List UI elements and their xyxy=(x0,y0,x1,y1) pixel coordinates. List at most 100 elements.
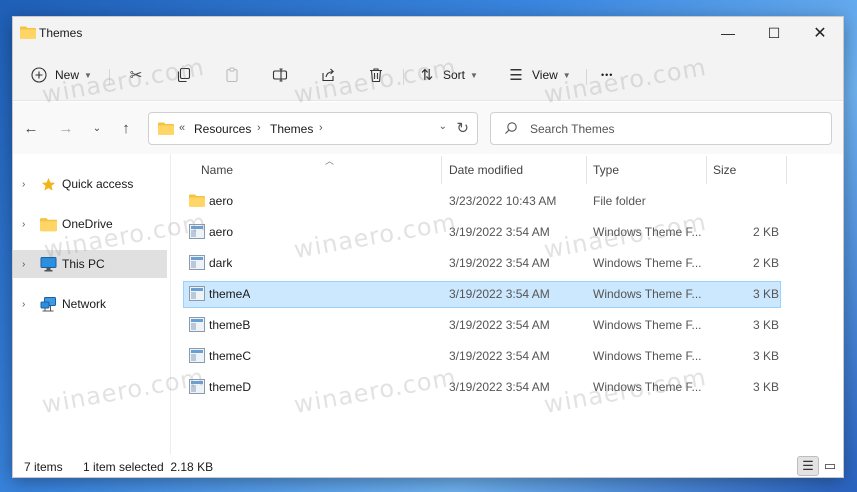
file-row[interactable]: themeD 3/19/2022 3:54 AM Windows Theme F… xyxy=(183,374,781,401)
file-date: 3/19/2022 3:54 AM xyxy=(449,287,550,301)
theme-file-icon xyxy=(189,379,205,394)
file-date: 3/19/2022 3:54 AM xyxy=(449,225,550,239)
column-header-name[interactable]: Name xyxy=(201,154,233,186)
file-row[interactable]: themeC 3/19/2022 3:54 AM Windows Theme F… xyxy=(183,343,781,370)
nav-label: OneDrive xyxy=(62,217,113,231)
item-count: 7 items xyxy=(24,460,63,474)
search-box[interactable] xyxy=(490,112,832,145)
recent-locations-button[interactable]: ⌄ xyxy=(85,116,109,140)
file-size: 2 KB xyxy=(752,256,779,270)
new-button[interactable]: New ▼ xyxy=(29,63,92,87)
theme-file-icon xyxy=(189,286,205,301)
column-header-date-modified[interactable]: Date modified xyxy=(449,154,523,186)
large-icons-view-button[interactable]: ▭ xyxy=(819,456,841,476)
breadcrumb-themes[interactable]: Themes xyxy=(270,122,313,136)
column-divider[interactable] xyxy=(706,156,707,184)
cut-button[interactable]: ✂ xyxy=(126,63,146,87)
folder-icon xyxy=(40,217,57,231)
up-button[interactable]: ↑ xyxy=(114,116,138,140)
delete-button[interactable] xyxy=(366,63,386,87)
file-type: Windows Theme F... xyxy=(593,256,701,270)
command-bar: New ▼ ✂ ⇅ Sort ▼ ☰ View ▼ ••• xyxy=(13,49,843,101)
column-divider[interactable] xyxy=(441,156,442,184)
file-type: Windows Theme F... xyxy=(593,225,701,239)
nav-item-network[interactable]: › Network xyxy=(13,290,167,318)
column-header-size[interactable]: Size xyxy=(713,154,736,186)
star-icon xyxy=(41,177,56,191)
file-row[interactable]: dark 3/19/2022 3:54 AM Windows Theme F..… xyxy=(183,250,781,277)
more-options-button[interactable]: ••• xyxy=(601,63,613,87)
paste-button[interactable] xyxy=(222,63,242,87)
chevron-down-icon: ▼ xyxy=(84,70,92,80)
address-overflow-button[interactable]: « xyxy=(179,122,185,134)
rename-button[interactable] xyxy=(270,63,290,87)
file-type: Windows Theme F... xyxy=(593,349,701,363)
maximize-button[interactable]: ☐ xyxy=(751,17,797,49)
folder-icon xyxy=(158,122,174,135)
breadcrumb-resources[interactable]: Resources xyxy=(194,122,251,136)
forward-button[interactable]: → xyxy=(54,116,78,140)
trash-icon xyxy=(366,65,386,85)
file-type: Windows Theme F... xyxy=(593,287,701,301)
tiles-view-icon: ▭ xyxy=(823,458,837,473)
share-button[interactable] xyxy=(318,63,338,87)
theme-file-icon xyxy=(189,317,205,332)
view-button[interactable]: ☰ View ▼ xyxy=(506,63,571,87)
file-name: dark xyxy=(209,256,233,270)
explorer-window: Themes — ☐ ✕ New ▼ ✂ ⇅ Sort ▼ ☰ View ▼ •… xyxy=(12,16,844,478)
folder-icon xyxy=(189,194,205,207)
file-row[interactable]: themeB 3/19/2022 3:54 AM Windows Theme F… xyxy=(183,312,781,339)
copy-button[interactable] xyxy=(174,63,194,87)
chevron-down-icon: ▼ xyxy=(562,70,571,80)
chevron-right-icon[interactable]: › xyxy=(22,219,25,230)
minimize-button[interactable]: — xyxy=(705,17,751,49)
refresh-button[interactable]: ↻ xyxy=(456,119,469,137)
toolbar-divider xyxy=(109,69,110,85)
column-divider[interactable] xyxy=(786,156,787,184)
address-dropdown-button[interactable]: ⌄ xyxy=(439,121,447,132)
chevron-right-icon[interactable]: › xyxy=(319,122,323,134)
selection-info: 1 item selected 2.18 KB xyxy=(83,460,214,474)
file-name: aero xyxy=(209,194,234,208)
nav-item-quick-access[interactable]: › Quick access xyxy=(13,170,167,198)
file-name: themeC xyxy=(209,349,252,363)
toolbar-divider xyxy=(403,69,404,85)
file-name: themeB xyxy=(209,318,251,332)
file-row[interactable]: themeA 3/19/2022 3:54 AM Windows Theme F… xyxy=(183,281,781,308)
file-date: 3/19/2022 3:54 AM xyxy=(449,380,550,394)
file-date: 3/19/2022 3:54 AM xyxy=(449,349,550,363)
chevron-right-icon[interactable]: › xyxy=(257,122,261,134)
rename-icon xyxy=(270,65,290,85)
nav-label: Network xyxy=(62,297,107,311)
file-date: 3/19/2022 3:54 AM xyxy=(449,256,550,270)
plus-circle-icon xyxy=(29,65,49,85)
sort-button[interactable]: ⇅ Sort ▼ xyxy=(417,63,478,87)
chevron-right-icon[interactable]: › xyxy=(22,259,25,270)
search-input[interactable] xyxy=(530,119,820,139)
search-icon xyxy=(504,121,518,138)
close-button[interactable]: ✕ xyxy=(797,17,843,49)
toolbar-divider xyxy=(586,69,587,85)
column-header-type[interactable]: Type xyxy=(593,154,619,186)
new-label: New xyxy=(55,68,80,82)
nav-label: This PC xyxy=(62,257,105,271)
file-size: 3 KB xyxy=(752,287,779,301)
file-date: 3/19/2022 3:54 AM xyxy=(449,318,550,332)
file-row[interactable]: aero 3/23/2022 10:43 AM File folder xyxy=(183,188,781,215)
file-row[interactable]: aero 3/19/2022 3:54 AM Windows Theme F..… xyxy=(183,219,781,246)
nav-item-this-pc[interactable]: › This PC xyxy=(13,250,167,278)
file-type: Windows Theme F... xyxy=(593,318,701,332)
theme-file-icon xyxy=(189,255,205,270)
column-divider[interactable] xyxy=(586,156,587,184)
chevron-right-icon[interactable]: › xyxy=(22,299,25,310)
nav-item-onedrive[interactable]: › OneDrive xyxy=(13,210,167,238)
list-view-icon: ☰ xyxy=(509,67,523,84)
arrow-left-icon: ← xyxy=(23,119,39,137)
theme-file-icon xyxy=(189,348,205,363)
chevron-right-icon[interactable]: › xyxy=(22,179,25,190)
back-button[interactable]: ← xyxy=(19,116,43,140)
details-view-button[interactable]: ☰ xyxy=(797,456,819,476)
chevron-down-icon: ⌄ xyxy=(92,122,102,134)
file-name: themeD xyxy=(209,380,252,394)
address-bar[interactable]: « Resources › Themes › ⌄ ↻ xyxy=(148,112,478,145)
